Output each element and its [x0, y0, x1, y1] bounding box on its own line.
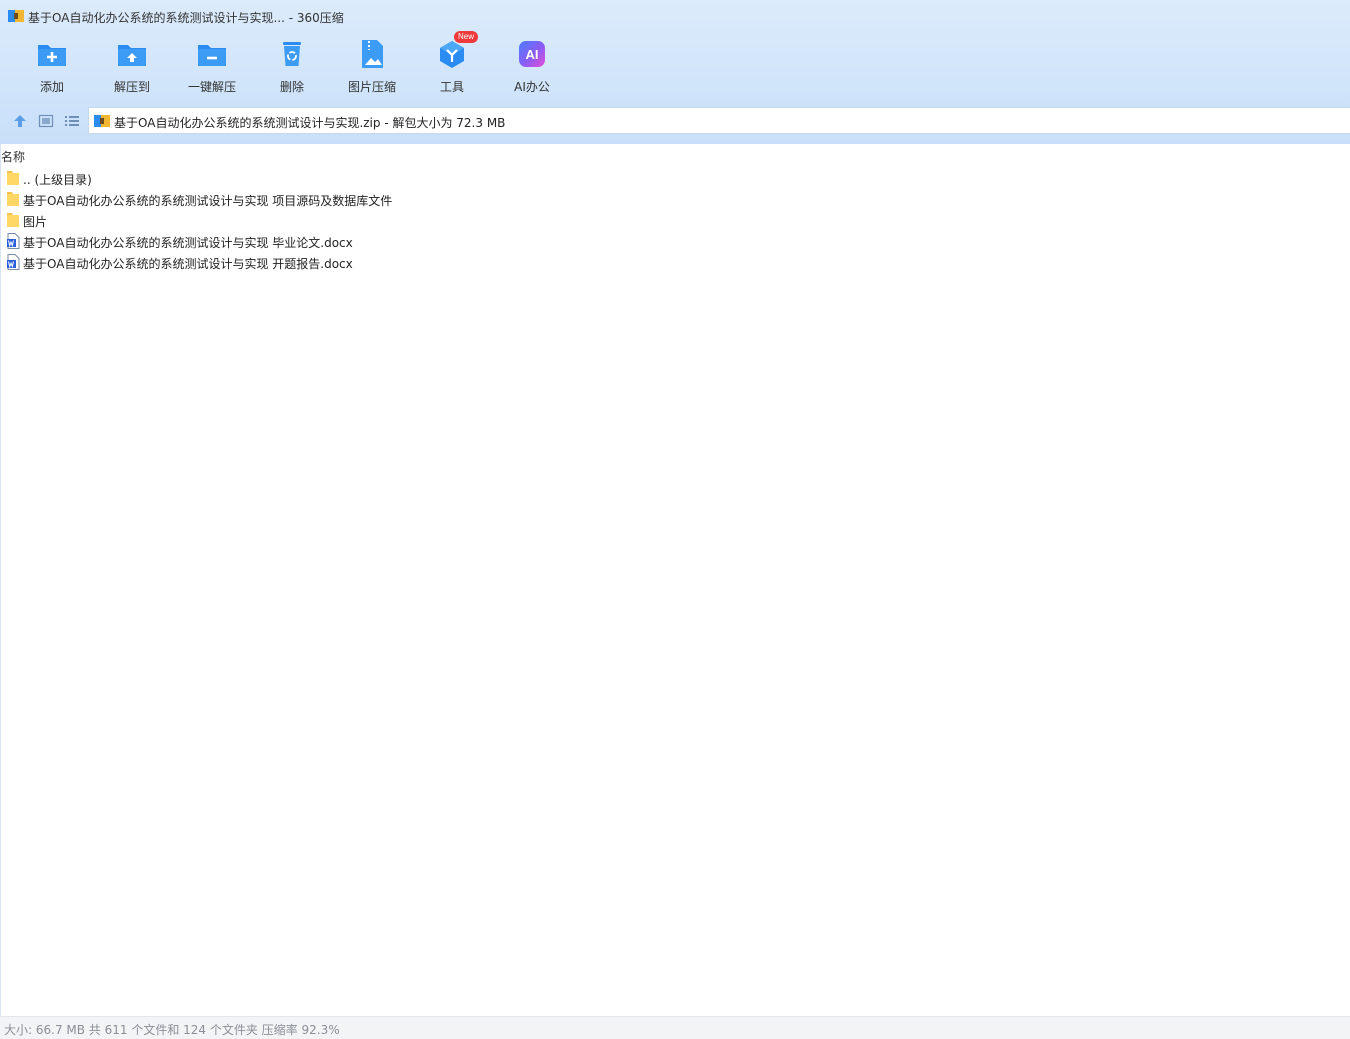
new-badge: New: [454, 31, 479, 43]
list-item[interactable]: 基于OA自动化办公系统的系统测试设计与实现 开题报告.docx: [6, 252, 606, 272]
recycle-bin-icon: [283, 42, 301, 66]
window-title: 基于OA自动化办公系统的系统测试设计与实现... - 360压缩: [28, 11, 344, 25]
word-document-icon: [7, 254, 20, 270]
status-text: 大小: 66.7 MB 共 611 个文件和 124 个文件夹 压缩率 92.3…: [4, 1023, 340, 1037]
folder-icon: [7, 171, 19, 185]
ai-icon: AI: [519, 41, 545, 67]
tools-label: 工具: [439, 80, 464, 94]
status-bar: 大小: 66.7 MB 共 611 个文件和 124 个文件夹 压缩率 92.3…: [0, 1016, 1350, 1039]
path-bar[interactable]: 基于OA自动化办公系统的系统测试设计与实现.zip - 解包大小为 72.3 M…: [88, 107, 1350, 134]
image-compress-button[interactable]: 图片压缩: [332, 34, 412, 100]
list-view-icon[interactable]: [64, 114, 80, 128]
thumbnail-view-icon[interactable]: [38, 114, 54, 128]
delete-button[interactable]: 删除: [252, 34, 332, 100]
add-label: 添加: [39, 80, 64, 94]
list-item[interactable]: 图片: [6, 210, 606, 230]
list-item[interactable]: 基于OA自动化办公系统的系统测试设计与实现 项目源码及数据库文件: [6, 189, 606, 209]
file-list: 名称 .. (上级目录) 基于OA自动化办公系统的系统测试设计与实现 项目源码及…: [0, 144, 1350, 1016]
list-item-name: 基于OA自动化办公系统的系统测试设计与实现 毕业论文.docx: [23, 236, 353, 250]
app-archive-icon: [8, 10, 24, 22]
ai-office-label: AI办公: [514, 80, 550, 94]
folder-upload-icon: [118, 45, 146, 66]
column-header-name[interactable]: 名称: [1, 148, 25, 165]
image-compress-label: 图片压缩: [347, 80, 396, 94]
title-bar: 基于OA自动化办公系统的系统测试设计与实现... - 360压缩: [0, 0, 1350, 32]
list-item[interactable]: .. (上级目录): [6, 168, 606, 188]
folder-icon: [7, 213, 19, 227]
image-zip-icon: [362, 40, 383, 68]
tools-button[interactable]: New 工具: [412, 31, 492, 100]
folder-minus-icon: [198, 45, 226, 66]
folder-add-icon: [38, 45, 66, 66]
navigation-bar: 基于OA自动化办公系统的系统测试设计与实现.zip - 解包大小为 72.3 M…: [0, 106, 1350, 136]
list-item-name: 基于OA自动化办公系统的系统测试设计与实现 开题报告.docx: [23, 257, 353, 271]
top-chrome: 基于OA自动化办公系统的系统测试设计与实现... - 360压缩 添加 解压到: [0, 0, 1350, 144]
archive-path: 基于OA自动化办公系统的系统测试设计与实现.zip - 解包大小为 72.3 M…: [114, 116, 506, 130]
list-item-name: .. (上级目录): [23, 173, 92, 187]
ai-icon-text: AI: [526, 47, 539, 62]
one-click-extract-button[interactable]: 一键解压: [172, 34, 252, 100]
ai-office-button[interactable]: AI AI办公: [492, 34, 572, 100]
extract-to-label: 解压到: [113, 80, 150, 94]
word-document-icon: [7, 233, 20, 249]
list-item-name: 基于OA自动化办公系统的系统测试设计与实现 项目源码及数据库文件: [23, 194, 393, 208]
one-click-extract-label: 一键解压: [187, 80, 236, 94]
list-item[interactable]: 基于OA自动化办公系统的系统测试设计与实现 毕业论文.docx: [6, 231, 606, 251]
delete-label: 删除: [279, 80, 304, 94]
list-item-name: 图片: [23, 215, 48, 229]
add-button[interactable]: 添加: [12, 34, 92, 100]
extract-to-button[interactable]: 解压到: [92, 34, 172, 100]
up-arrow-icon[interactable]: [12, 114, 28, 128]
folder-icon: [7, 192, 19, 206]
zip-archive-icon: [94, 115, 110, 127]
